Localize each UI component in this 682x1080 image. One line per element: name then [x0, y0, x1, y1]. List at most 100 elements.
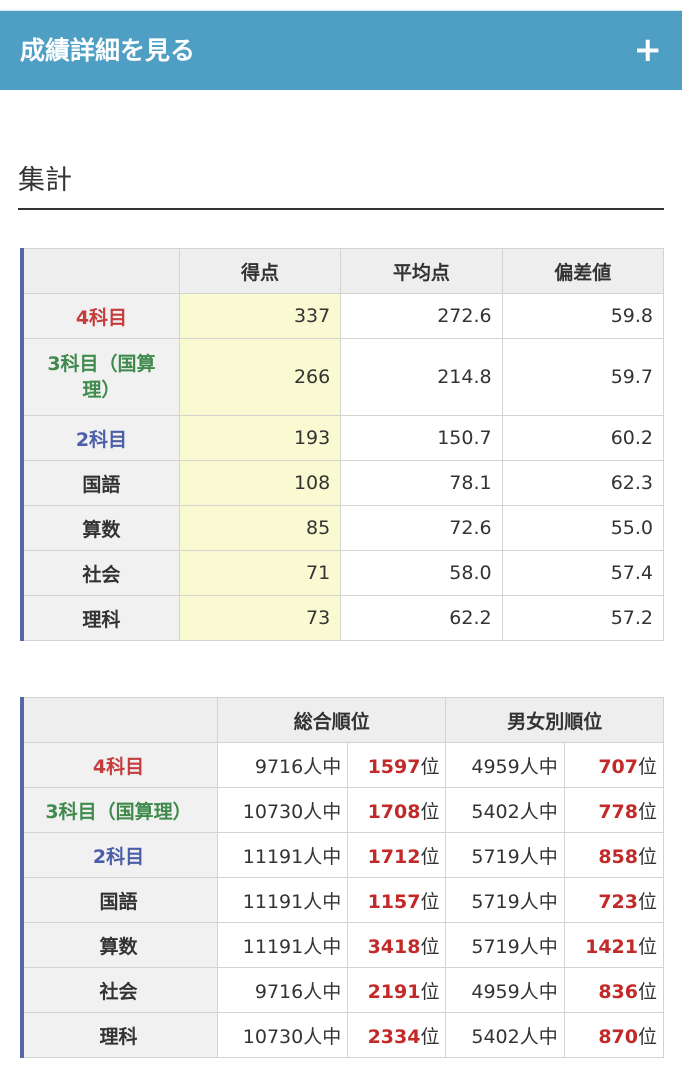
score-cell: 73: [178, 595, 342, 641]
table-row: 3科目（国算理） 266 214.8 59.7: [21, 338, 665, 416]
average-cell: 78.1: [340, 460, 503, 506]
rank-suffix: 位: [420, 1025, 440, 1048]
overall-rank-number: 1712: [367, 845, 421, 868]
table-row: 国語 108 78.1 62.3: [21, 460, 665, 506]
col-header-gender-rank: 男女別順位: [445, 697, 664, 743]
gender-total-cell: 5719人中: [445, 922, 565, 968]
table-row: 社会 9716人中 2191位 4959人中 836位: [21, 967, 665, 1013]
subject-label: 国語: [21, 877, 218, 923]
subject-label: 社会: [21, 550, 180, 596]
deviation-cell: 55.0: [501, 505, 665, 551]
gender-rank-cell: 1421位: [563, 922, 665, 968]
details-header[interactable]: 成績詳細を見る +: [0, 10, 682, 90]
rank-suffix: 位: [637, 845, 657, 868]
gender-rank-number: 778: [598, 800, 638, 823]
overall-rank-cell: 1157位: [347, 877, 447, 923]
col-header-overall-rank: 総合順位: [216, 697, 447, 743]
scores-table: 得点 平均点 偏差値 4科目 337 272.6 59.8 3科目（国算理） 2…: [20, 248, 665, 641]
subject-label: 4科目: [21, 293, 180, 339]
average-cell: 272.6: [340, 293, 503, 339]
col-header-deviation: 偏差値: [501, 248, 665, 294]
overall-rank-number: 3418: [367, 935, 421, 958]
rank-header-corner: [21, 697, 218, 743]
overall-rank-cell: 1597位: [347, 742, 447, 788]
subject-label: 算数: [21, 922, 218, 968]
table-row: 4科目 9716人中 1597位 4959人中 707位: [21, 742, 665, 788]
gender-rank-number: 707: [598, 755, 638, 778]
gender-rank-number: 1421: [585, 935, 638, 958]
rank-suffix: 位: [420, 890, 440, 913]
table-row: 理科 73 62.2 57.2: [21, 595, 665, 641]
rank-header-row: 総合順位 男女別順位: [21, 697, 664, 743]
rank-suffix: 位: [637, 1025, 657, 1048]
rank-suffix: 位: [637, 935, 657, 958]
overall-total-cell: 10730人中: [216, 1012, 349, 1058]
gender-total-cell: 5402人中: [445, 787, 565, 833]
rank-suffix: 位: [420, 845, 440, 868]
table-row: 算数 85 72.6 55.0: [21, 505, 665, 551]
score-cell: 266: [178, 338, 342, 416]
gender-total-cell: 4959人中: [445, 967, 565, 1013]
table-row: 理科 10730人中 2334位 5402人中 870位: [21, 1012, 665, 1058]
rank-suffix: 位: [637, 980, 657, 1003]
table-row: 2科目 11191人中 1712位 5719人中 858位: [21, 832, 665, 878]
table-row: 3科目（国算理） 10730人中 1708位 5402人中 778位: [21, 787, 665, 833]
overall-rank-number: 1157: [367, 890, 421, 913]
gender-rank-cell: 870位: [563, 1012, 665, 1058]
overall-rank-cell: 1708位: [347, 787, 447, 833]
table-row: 2科目 193 150.7 60.2: [21, 415, 665, 461]
overall-rank-number: 1597: [367, 755, 421, 778]
rank-suffix: 位: [420, 980, 440, 1003]
subject-label: 2科目: [21, 832, 218, 878]
gender-total-cell: 5719人中: [445, 832, 565, 878]
subject-label: 国語: [21, 460, 180, 506]
subject-label: 算数: [21, 505, 180, 551]
overall-rank-number: 2334: [367, 1025, 421, 1048]
gender-total-cell: 5719人中: [445, 877, 565, 923]
overall-total-cell: 9716人中: [216, 742, 349, 788]
deviation-cell: 60.2: [501, 415, 665, 461]
subject-label: 3科目（国算理）: [21, 787, 218, 833]
score-cell: 337: [178, 293, 342, 339]
subject-label: 理科: [21, 595, 180, 641]
subject-label: 理科: [21, 1012, 218, 1058]
details-header-title: 成績詳細を見る: [20, 36, 196, 65]
overall-rank-number: 1708: [367, 800, 421, 823]
plus-icon[interactable]: +: [634, 11, 663, 89]
gender-rank-number: 870: [598, 1025, 638, 1048]
subject-label: 3科目（国算理）: [21, 338, 180, 416]
gender-rank-number: 723: [598, 890, 638, 913]
overall-total-cell: 11191人中: [216, 922, 349, 968]
average-cell: 72.6: [340, 505, 503, 551]
table-row: 社会 71 58.0 57.4: [21, 550, 665, 596]
subject-label: 4科目: [21, 742, 218, 788]
col-header-average: 平均点: [340, 248, 503, 294]
section-divider: [18, 208, 664, 210]
gender-rank-cell: 707位: [563, 742, 665, 788]
deviation-cell: 59.8: [501, 293, 665, 339]
gender-rank-cell: 778位: [563, 787, 665, 833]
overall-total-cell: 10730人中: [216, 787, 349, 833]
average-cell: 62.2: [340, 595, 503, 641]
gender-rank-cell: 836位: [563, 967, 665, 1013]
overall-rank-cell: 3418位: [347, 922, 447, 968]
gender-rank-cell: 858位: [563, 832, 665, 878]
rank-suffix: 位: [637, 755, 657, 778]
rank-table: 総合順位 男女別順位 4科目 9716人中 1597位 4959人中 707位 …: [20, 697, 665, 1058]
score-cell: 108: [178, 460, 342, 506]
average-cell: 58.0: [340, 550, 503, 596]
score-cell: 193: [178, 415, 342, 461]
scores-header-corner: [21, 248, 180, 294]
deviation-cell: 57.2: [501, 595, 665, 641]
overall-rank-number: 2191: [367, 980, 421, 1003]
subject-label: 2科目: [21, 415, 180, 461]
rank-suffix: 位: [637, 800, 657, 823]
scores-header-row: 得点 平均点 偏差値: [21, 248, 665, 294]
col-header-score: 得点: [178, 248, 342, 294]
overall-total-cell: 11191人中: [216, 832, 349, 878]
rank-suffix: 位: [420, 800, 440, 823]
rank-suffix: 位: [420, 935, 440, 958]
gender-total-cell: 5402人中: [445, 1012, 565, 1058]
overall-rank-cell: 2191位: [347, 967, 447, 1013]
deviation-cell: 62.3: [501, 460, 665, 506]
